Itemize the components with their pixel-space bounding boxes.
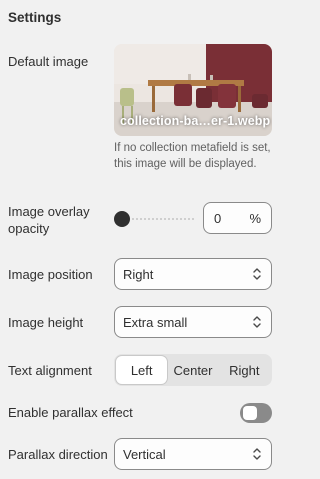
settings-heading: Settings: [8, 10, 62, 25]
default-image-help-text: If no collection metafield is set, this …: [114, 142, 271, 170]
parallax-direction-value: Vertical: [123, 446, 166, 462]
overlay-opacity-input[interactable]: 0 %: [203, 202, 272, 234]
image-height-select[interactable]: Extra small: [114, 306, 272, 338]
slider-knob[interactable]: [114, 211, 130, 227]
overlay-opacity-label: Image overlay opacity: [8, 204, 90, 236]
select-chevron-icon: [253, 316, 261, 328]
slider-track: [120, 218, 194, 220]
toggle-knob: [243, 406, 257, 420]
image-position-value: Right: [123, 266, 154, 282]
select-chevron-icon: [253, 268, 261, 280]
overlay-opacity-value: 0: [214, 210, 222, 226]
overlay-opacity-slider[interactable]: [114, 209, 194, 229]
parallax-direction-label: Parallax direction: [8, 447, 108, 462]
parallax-label: Enable parallax effect: [8, 405, 133, 420]
text-alignment-label: Text alignment: [8, 363, 92, 378]
parallax-direction-select[interactable]: Vertical: [114, 438, 272, 470]
percent-unit: %: [249, 210, 261, 226]
image-filename: collection-ba…er-1.webp: [120, 114, 271, 128]
image-height-value: Extra small: [123, 314, 188, 330]
parallax-toggle[interactable]: [240, 403, 272, 423]
select-chevron-icon: [253, 448, 261, 460]
default-image-label: Default image: [8, 54, 89, 69]
align-right-option[interactable]: Right: [219, 356, 270, 384]
image-position-select[interactable]: Right: [114, 258, 272, 290]
align-center-option[interactable]: Center: [167, 356, 218, 384]
align-left-option[interactable]: Left: [116, 356, 168, 384]
default-image-thumbnail[interactable]: collection-ba…er-1.webp: [114, 44, 272, 136]
image-height-label: Image height: [8, 315, 84, 330]
image-position-label: Image position: [8, 267, 93, 282]
text-alignment-segmented: Left Center Right: [114, 354, 272, 386]
